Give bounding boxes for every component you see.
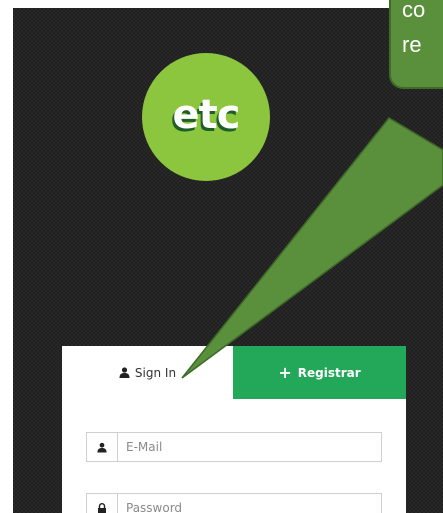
auth-tabs: Sign In + Registrar xyxy=(62,346,406,399)
lock-icon xyxy=(87,494,118,513)
logo-text: etc xyxy=(172,92,241,138)
callout-text-line1: co xyxy=(402,0,426,22)
etc-logo: etc xyxy=(142,53,270,181)
app-background: etc Sign In + Registrar xyxy=(13,8,443,513)
tab-sign-in[interactable]: Sign In xyxy=(62,346,233,399)
tab-sign-in-label: Sign In xyxy=(134,365,177,380)
login-card: Sign In + Registrar xyxy=(62,346,406,513)
password-input[interactable] xyxy=(118,494,381,513)
tab-register-label: Registrar xyxy=(297,365,361,380)
email-field xyxy=(86,432,382,462)
callout-text-line2: re xyxy=(402,32,422,57)
user-icon xyxy=(87,433,118,461)
password-field xyxy=(86,493,382,513)
plus-icon: + xyxy=(278,362,292,382)
user-icon xyxy=(119,367,130,378)
tab-register[interactable]: + Registrar xyxy=(233,346,406,399)
callout-bubble: co re xyxy=(389,0,443,89)
email-input[interactable] xyxy=(118,433,381,461)
